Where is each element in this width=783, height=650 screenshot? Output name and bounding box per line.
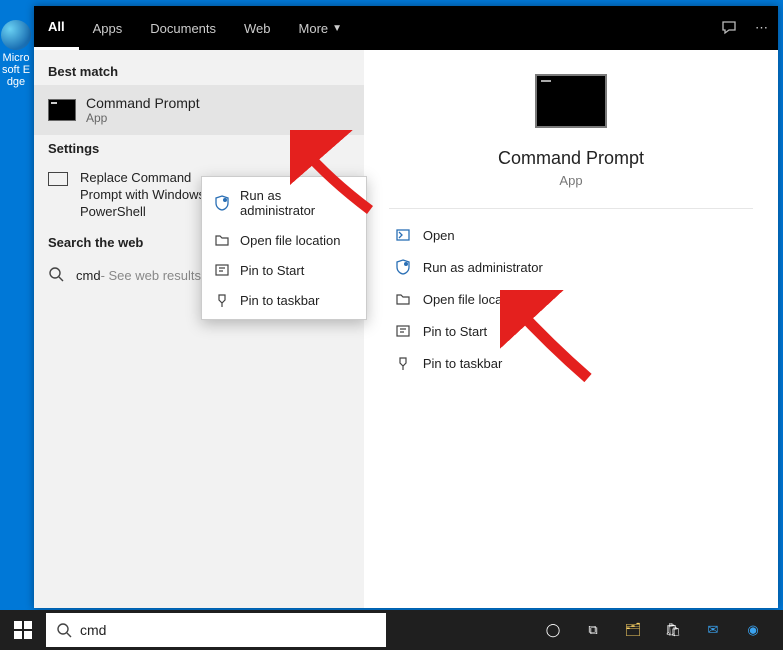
desktop-icon-edge[interactable]: Microsoft Edge	[0, 20, 32, 88]
feedback-icon[interactable]	[721, 19, 739, 37]
best-match-header: Best match	[34, 58, 364, 85]
action-pin-to-start[interactable]: Pin to Start	[389, 315, 753, 347]
pin-taskbar-icon	[395, 355, 411, 371]
web-query: cmd	[76, 268, 101, 283]
microsoft-store-icon[interactable]: 🛍	[663, 622, 683, 638]
folder-icon	[214, 232, 230, 248]
shield-icon	[395, 259, 411, 275]
context-menu: Run as administrator Open file location …	[201, 176, 367, 320]
action-open[interactable]: Open	[389, 219, 753, 251]
best-match-item[interactable]: Command Prompt App	[34, 85, 364, 135]
settings-header: Settings	[34, 135, 364, 162]
search-icon	[56, 622, 72, 638]
result-preview: Command Prompt App Open Run as administr…	[364, 50, 778, 608]
tab-more[interactable]: More▼	[285, 6, 357, 50]
monitor-icon	[48, 172, 68, 186]
chevron-down-icon: ▼	[332, 23, 342, 34]
ctx-pin-to-start[interactable]: Pin to Start	[202, 255, 366, 285]
taskbar: ◯ ⧉ 🗂 🛍 ✉ ◉	[0, 610, 783, 650]
shield-icon	[214, 195, 230, 211]
start-button[interactable]	[0, 610, 46, 650]
taskbar-search-input[interactable]	[80, 622, 376, 638]
ctx-open-file-location[interactable]: Open file location	[202, 225, 366, 255]
best-match-subtitle: App	[86, 111, 200, 125]
taskbar-tray: ◯ ⧉ 🗂 🛍 ✉ ◉	[543, 622, 783, 638]
web-subtext: - See web results	[101, 268, 201, 283]
search-panel: All Apps Documents Web More▼ ⋯ Best matc…	[34, 6, 778, 608]
search-tabs: All Apps Documents Web More▼ ⋯	[34, 6, 778, 50]
edge-taskbar-icon[interactable]: ◉	[743, 622, 763, 638]
taskbar-search[interactable]	[46, 613, 386, 647]
pin-taskbar-icon	[214, 292, 230, 308]
tab-all[interactable]: All	[34, 6, 79, 50]
action-run-as-administrator[interactable]: Run as administrator	[389, 251, 753, 283]
ctx-pin-to-taskbar[interactable]: Pin to taskbar	[202, 285, 366, 315]
preview-subtitle: App	[559, 173, 582, 188]
best-match-title: Command Prompt	[86, 95, 200, 111]
action-open-file-location[interactable]: Open file location	[389, 283, 753, 315]
pin-start-icon	[395, 323, 411, 339]
mail-icon[interactable]: ✉	[703, 622, 723, 638]
folder-icon	[395, 291, 411, 307]
tab-apps[interactable]: Apps	[79, 6, 137, 50]
search-icon	[48, 266, 64, 285]
open-icon	[395, 227, 411, 243]
tab-documents[interactable]: Documents	[136, 6, 230, 50]
action-pin-to-taskbar[interactable]: Pin to taskbar	[389, 347, 753, 379]
settings-item-label: Replace Command Prompt with Windows Powe…	[80, 170, 210, 221]
tab-web[interactable]: Web	[230, 6, 285, 50]
cortana-icon[interactable]: ◯	[543, 622, 563, 638]
results-left: Best match Command Prompt App Settings R…	[34, 50, 364, 608]
ctx-run-as-administrator[interactable]: Run as administrator	[202, 181, 366, 225]
windows-logo-icon	[14, 621, 32, 639]
edge-icon	[1, 20, 31, 50]
preview-app-icon	[535, 74, 607, 128]
desktop-icon-label: Microsoft Edge	[0, 52, 32, 88]
more-options-icon[interactable]: ⋯	[755, 20, 770, 36]
task-view-icon[interactable]: ⧉	[583, 622, 603, 638]
preview-actions: Open Run as administrator Open file loca…	[389, 219, 753, 379]
divider	[389, 208, 753, 209]
file-explorer-icon[interactable]: 🗂	[623, 622, 643, 638]
pin-start-icon	[214, 262, 230, 278]
command-prompt-icon	[48, 99, 76, 121]
preview-title: Command Prompt	[498, 148, 644, 169]
